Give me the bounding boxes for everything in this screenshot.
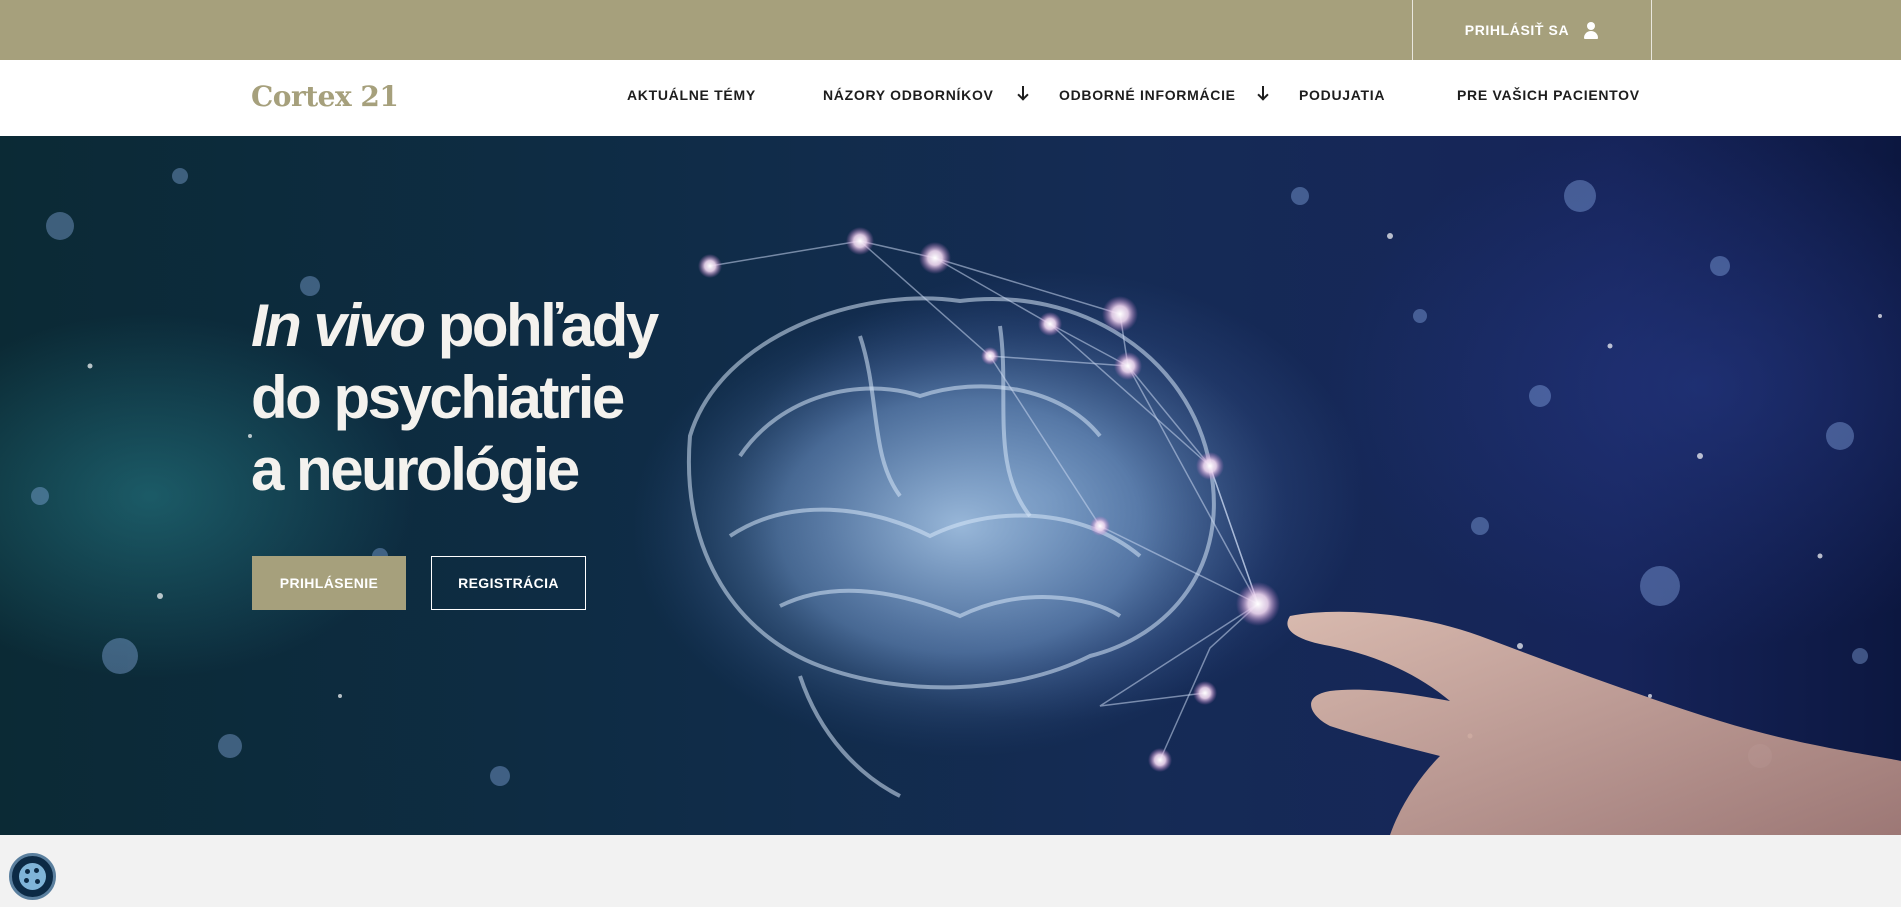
chevron-down-icon[interactable] <box>1257 84 1269 102</box>
hero-title-line1: pohľady <box>423 292 659 359</box>
nav-item-pre-vasich-pacientov[interactable]: PRE VAŠICH PACIENTOV <box>1457 87 1640 103</box>
register-button[interactable]: REGISTRÁCIA <box>431 556 586 610</box>
nav-item-odborne-informacie[interactable]: ODBORNÉ INFORMÁCIE <box>1059 87 1236 103</box>
cookie-icon[interactable] <box>9 853 56 900</box>
login-button[interactable]: PRIHLÁSENIE <box>252 556 406 610</box>
cookie-icon-body <box>19 863 46 890</box>
nav-item-aktualne-temy[interactable]: AKTUÁLNE TÉMY <box>627 87 756 103</box>
hero-title-italic: In vivo <box>251 292 426 359</box>
nav-item-nazory-odbornikov[interactable]: NÁZORY ODBORNÍKOV <box>823 87 994 103</box>
site-logo[interactable]: Cortex 21 <box>251 80 399 113</box>
nav-item-podujatia[interactable]: PODUJATIA <box>1299 87 1385 103</box>
login-link[interactable]: PRIHLÁSIŤ SA <box>1412 0 1652 60</box>
top-utility-bar: PRIHLÁSIŤ SA <box>0 0 1901 60</box>
hero-title-line2: do psychiatrie <box>251 364 625 431</box>
chevron-down-icon[interactable] <box>1017 84 1029 102</box>
login-label: PRIHLÁSIŤ SA <box>1464 22 1570 38</box>
hero-title-line3: a neurológie <box>251 436 580 503</box>
user-icon <box>1583 21 1599 39</box>
main-navbar: Cortex 21 AKTUÁLNE TÉMY NÁZORY ODBORNÍKO… <box>0 60 1901 136</box>
hero-title: In vivo pohľady do psychiatrie a neuroló… <box>251 290 659 506</box>
hero-section: In vivo pohľady do psychiatrie a neuroló… <box>0 136 1901 835</box>
